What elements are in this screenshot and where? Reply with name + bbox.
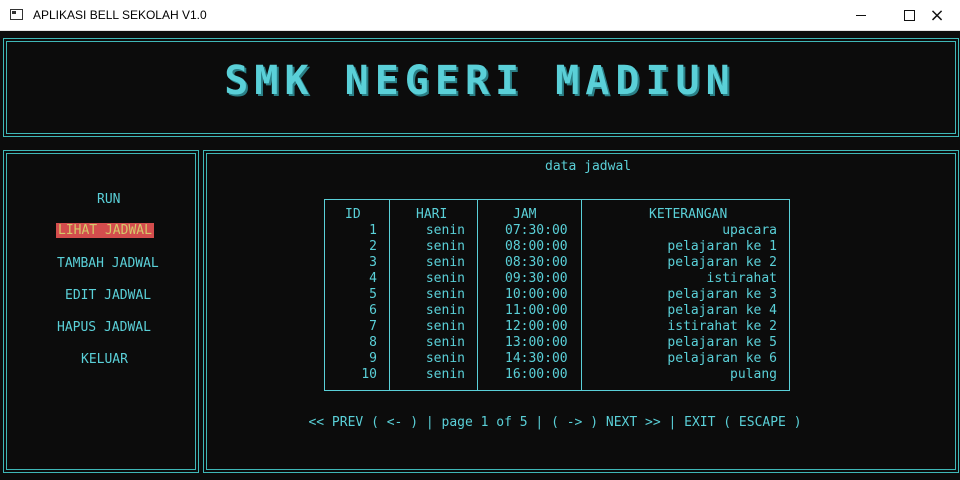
column-divider xyxy=(477,200,478,390)
cell-jam: 11:00:00 xyxy=(505,303,568,318)
cell-jam: 12:00:00 xyxy=(505,319,568,334)
cell-hari: senin xyxy=(425,239,465,254)
cell-id: 2 xyxy=(369,239,377,254)
cell-id: 1 xyxy=(369,223,377,238)
cell-jam: 14:30:00 xyxy=(505,351,568,366)
cell-id: 5 xyxy=(369,287,377,302)
cell-id: 3 xyxy=(369,255,377,270)
cell-hari: senin xyxy=(425,223,465,238)
cell-hari: senin xyxy=(425,287,465,302)
minimize-button[interactable] xyxy=(838,0,884,31)
cell-id: 8 xyxy=(369,335,377,350)
cell-hari: senin xyxy=(425,271,465,286)
cell-jam: 08:00:00 xyxy=(505,239,568,254)
cell-keterangan: pelajaran ke 2 xyxy=(667,255,777,270)
cell-keterangan: istirahat xyxy=(706,271,777,286)
cell-jam: 09:30:00 xyxy=(505,271,568,286)
menu-item-run[interactable]: RUN xyxy=(97,192,120,207)
cell-jam: 13:00:00 xyxy=(505,335,568,350)
minimize-icon xyxy=(856,15,866,16)
window-title: APLIKASI BELL SEKOLAH V1.0 xyxy=(33,8,207,22)
column-header-id: ID xyxy=(345,207,361,222)
column-header-hari: HARI xyxy=(416,207,448,222)
close-icon: × xyxy=(929,4,945,26)
cell-hari: senin xyxy=(425,351,465,366)
cell-jam: 08:30:00 xyxy=(505,255,568,270)
cell-jam: 16:00:00 xyxy=(505,367,568,382)
cell-hari: senin xyxy=(425,367,465,382)
maximize-icon xyxy=(903,10,915,21)
cell-id: 4 xyxy=(369,271,377,286)
window-titlebar: APLIKASI BELL SEKOLAH V1.0 × xyxy=(0,0,960,31)
pagination-bar[interactable]: << PREV ( <- ) | page 1 of 5 | ( -> ) NE… xyxy=(0,415,960,430)
section-title: data jadwal xyxy=(545,159,632,174)
cell-keterangan: pelajaran ke 3 xyxy=(667,287,777,302)
cell-id: 6 xyxy=(369,303,377,318)
school-banner: SMK NEGERI MADIUN xyxy=(224,58,736,104)
cell-keterangan: pelajaran ke 6 xyxy=(667,351,777,366)
cell-jam: 07:30:00 xyxy=(505,223,568,238)
cell-hari: senin xyxy=(425,319,465,334)
menu-item-lihat-jadwal[interactable]: LIHAT JADWAL xyxy=(56,223,154,238)
column-divider xyxy=(389,200,390,390)
cell-jam: 10:00:00 xyxy=(505,287,568,302)
menu-item-hapus-jadwal[interactable]: HAPUS JADWAL xyxy=(57,320,151,335)
cell-hari: senin xyxy=(425,303,465,318)
cell-keterangan: pelajaran ke 4 xyxy=(667,303,777,318)
cell-keterangan: pelajaran ke 5 xyxy=(667,335,777,350)
cell-id: 9 xyxy=(369,351,377,366)
cell-keterangan: pulang xyxy=(730,367,777,382)
column-header-jam: JAM xyxy=(513,207,537,222)
cell-hari: senin xyxy=(425,255,465,270)
menu-item-keluar[interactable]: KELUAR xyxy=(81,352,128,367)
app-icon xyxy=(10,9,23,20)
menu-item-tambah-jadwal[interactable]: TAMBAH JADWAL xyxy=(57,256,159,271)
close-button[interactable]: × xyxy=(914,0,960,31)
cell-id: 7 xyxy=(369,319,377,334)
menu-item-edit-jadwal[interactable]: EDIT JADWAL xyxy=(65,288,151,303)
column-divider xyxy=(581,200,582,390)
column-header-keterangan: KETERANGAN xyxy=(649,207,728,222)
cell-keterangan: upacara xyxy=(722,223,777,238)
cell-id: 10 xyxy=(361,367,377,382)
cell-keterangan: istirahat ke 2 xyxy=(667,319,777,334)
cell-keterangan: pelajaran ke 1 xyxy=(667,239,777,254)
cell-hari: senin xyxy=(425,335,465,350)
